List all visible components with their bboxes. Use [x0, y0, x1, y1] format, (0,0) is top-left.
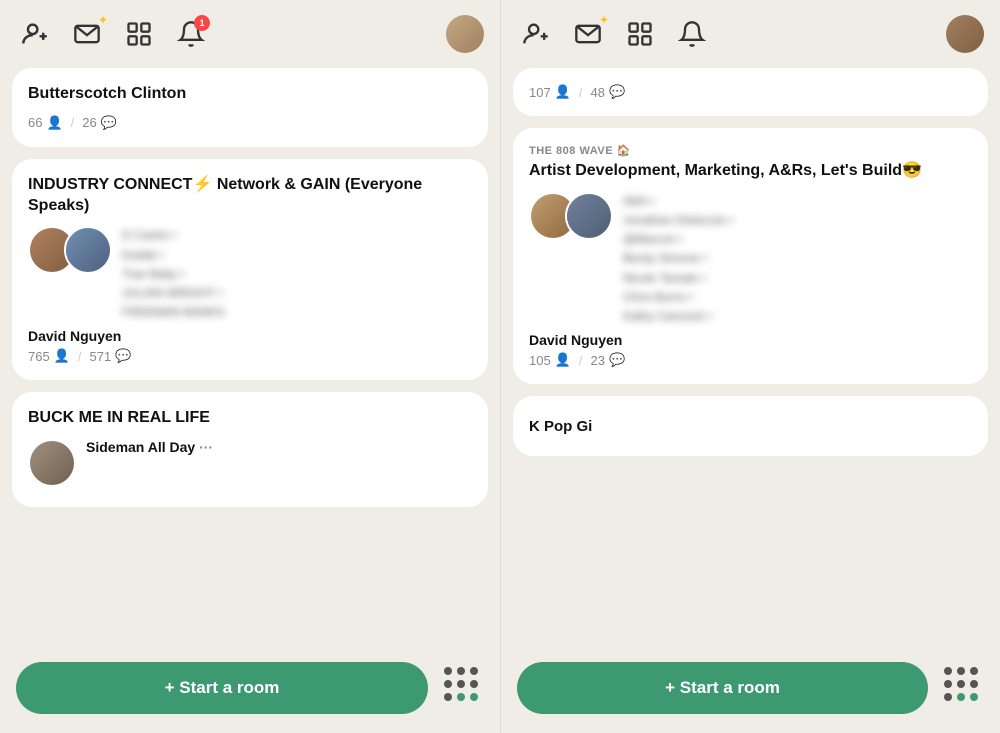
- avatar-right[interactable]: [946, 15, 984, 53]
- room-card-buck[interactable]: BUCK ME IN REAL LIFE Sideman All Day ···: [12, 392, 488, 507]
- dot-r3: [970, 667, 978, 675]
- bell-badge-left: 1: [194, 15, 210, 31]
- start-room-label-right: + Start a room: [665, 678, 780, 698]
- dot-r7: [944, 693, 952, 701]
- avatar-808-2: [565, 192, 613, 240]
- dot-r1: [944, 667, 952, 675]
- dot-4: [444, 680, 452, 688]
- speaker-avatars-buck: [28, 439, 76, 487]
- room-card-808[interactable]: THE 808 WAVE 🏠 Artist Development, Marke…: [513, 128, 988, 384]
- dot-r8: [957, 693, 965, 701]
- dot-9: [470, 693, 478, 701]
- room-title-butterscotch: Butterscotch Clinton: [28, 84, 472, 105]
- mail-star-left: ✦: [98, 13, 108, 27]
- left-scroll: Butterscotch Clinton 66 👤 / 26 💬 INDUSTR…: [0, 68, 500, 733]
- mail-star-right: ✦: [599, 13, 609, 27]
- speaker-avatars-industry: [28, 226, 112, 274]
- avatar-buck-1: [28, 439, 76, 487]
- dot-5: [457, 680, 465, 688]
- room-title-kpop: K Pop Gi: [529, 418, 592, 435]
- room-subtitle-808: THE 808 WAVE 🏠: [529, 144, 972, 157]
- right-bottom-bar: + Start a room: [501, 643, 1000, 733]
- dots-grid-left[interactable]: [440, 666, 484, 710]
- dot-8: [457, 693, 465, 701]
- room-stats-107: 107 👤 / 48 💬: [529, 84, 972, 100]
- bell-icon-right[interactable]: [673, 15, 711, 53]
- dot-r5: [957, 680, 965, 688]
- room-stats-808: 105 👤 / 23 💬: [529, 352, 972, 368]
- grid-icon-right[interactable]: [621, 15, 659, 53]
- add-people-icon-right[interactable]: [517, 15, 555, 53]
- dot-r9: [970, 693, 978, 701]
- dots-grid-right[interactable]: [940, 666, 984, 710]
- room-card-kpop[interactable]: K Pop Gi: [513, 396, 988, 456]
- dot-2: [457, 667, 465, 675]
- dot-r6: [970, 680, 978, 688]
- dot-3: [470, 667, 478, 675]
- left-nav: ✦ 1: [0, 0, 500, 68]
- mail-icon-left[interactable]: ✦: [68, 15, 106, 53]
- speaker-row-industry: D Castro •Kodak •Trae Baby •JULIAN WRIGH…: [28, 226, 472, 322]
- right-nav: ✦: [501, 0, 1000, 68]
- right-panel: ✦ 107 👤 / 48: [500, 0, 1000, 733]
- dot-1: [444, 667, 452, 675]
- room-card-107[interactable]: 107 👤 / 48 💬: [513, 68, 988, 116]
- left-bottom-bar: + Start a room: [0, 643, 500, 733]
- start-room-button-left[interactable]: + Start a room: [16, 662, 428, 714]
- room-stats-industry: 765 👤 / 571 💬: [28, 348, 472, 364]
- room-card-industry[interactable]: INDUSTRY CONNECT⚡ Network & GAIN (Everyo…: [12, 159, 488, 381]
- start-room-label-left: + Start a room: [165, 678, 280, 698]
- add-people-icon-left[interactable]: [16, 15, 54, 53]
- room-host-industry: David Nguyen: [28, 328, 472, 344]
- dot-6: [470, 680, 478, 688]
- speaker-avatars-808: [529, 192, 613, 240]
- bell-icon-left[interactable]: 1: [172, 15, 210, 53]
- room-title-808: Artist Development, Marketing, A&Rs, Let…: [529, 161, 972, 182]
- room-stats-butterscotch: 66 👤 / 26 💬: [28, 115, 472, 131]
- mail-icon-right[interactable]: ✦: [569, 15, 607, 53]
- start-room-button-right[interactable]: + Start a room: [517, 662, 928, 714]
- right-scroll: 107 👤 / 48 💬 THE 808 WAVE 🏠 Artist Devel…: [501, 68, 1000, 733]
- left-panel: ✦ 1 Butterscotch Clinton 66: [0, 0, 500, 733]
- avatar-left[interactable]: [446, 15, 484, 53]
- room-title-buck: BUCK ME IN REAL LIFE: [28, 408, 472, 429]
- dot-r4: [944, 680, 952, 688]
- room-title-industry: INDUSTRY CONNECT⚡ Network & GAIN (Everyo…: [28, 175, 472, 217]
- dot-r2: [957, 667, 965, 675]
- dot-7: [444, 693, 452, 701]
- avatar-2: [64, 226, 112, 274]
- speaker-names-buck: Sideman All Day ···: [86, 439, 472, 459]
- speaker-row-808: Abhi •Jonathan Delacroix •@Marcon •Becky…: [529, 192, 972, 326]
- speaker-row-buck: Sideman All Day ···: [28, 439, 472, 487]
- speaker-names-808: Abhi •Jonathan Delacroix •@Marcon •Becky…: [623, 192, 972, 326]
- speaker-names-industry: D Castro •Kodak •Trae Baby •JULIAN WRIGH…: [122, 226, 472, 322]
- room-card-butterscotch[interactable]: Butterscotch Clinton 66 👤 / 26 💬: [12, 68, 488, 147]
- room-host-808: David Nguyen: [529, 332, 972, 348]
- grid-icon-left[interactable]: [120, 15, 158, 53]
